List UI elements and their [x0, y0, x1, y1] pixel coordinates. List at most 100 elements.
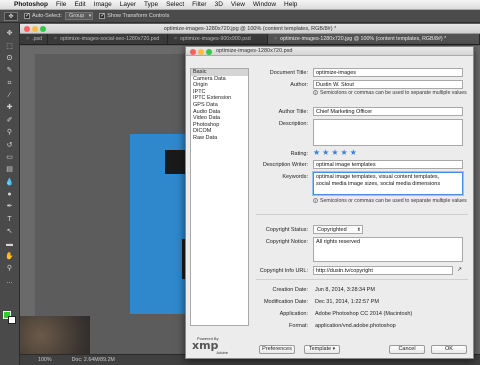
modification-date-value: Dec 31, 2014, 1:22:57 PM: [315, 299, 379, 305]
modification-date-label: Modification Date:: [263, 299, 308, 305]
star-icon[interactable]: ★: [350, 149, 357, 157]
copyright-notice-field[interactable]: All rights reserved: [313, 237, 463, 262]
marquee-tool-icon[interactable]: ⬚: [5, 42, 15, 52]
description-writer-label: Description Writer:: [262, 162, 308, 168]
gradient-tool-icon[interactable]: ▤: [5, 165, 15, 175]
pen-tool-icon[interactable]: ✒: [5, 202, 15, 212]
menu-edit[interactable]: Edit: [74, 1, 85, 8]
doc-size[interactable]: Doc: 2.64M/89.2M: [72, 357, 115, 363]
close-window-icon[interactable]: [24, 26, 30, 32]
category-video-data[interactable]: Video Data: [191, 115, 248, 122]
divider: [256, 214, 468, 215]
transform-controls-checkbox[interactable]: [99, 12, 105, 19]
star-icon[interactable]: ★: [331, 149, 338, 157]
tab-900x900[interactable]: × optimize-images-900x900.psd: [168, 34, 268, 44]
menu-3d[interactable]: 3D: [215, 1, 223, 8]
tab-close-icon[interactable]: ×: [54, 36, 57, 42]
category-basic[interactable]: Basic: [191, 69, 248, 76]
category-camera-data[interactable]: Camera Data: [191, 76, 248, 83]
star-icon[interactable]: ★: [313, 149, 320, 157]
application-value: Adobe Photoshop CC 2014 (Macintosh): [315, 311, 413, 317]
category-raw-data[interactable]: Raw Data: [191, 135, 248, 142]
background-color-swatch[interactable]: [8, 316, 16, 324]
ok-button[interactable]: OK: [431, 345, 467, 354]
tab-psd[interactable]: × .psd: [20, 34, 48, 44]
category-gps-data[interactable]: GPS Data: [191, 102, 248, 109]
path-select-tool-icon[interactable]: ↖: [5, 227, 15, 237]
healing-tool-icon[interactable]: ✚: [5, 103, 15, 113]
tab-close-icon[interactable]: ×: [174, 36, 177, 42]
tab-close-icon[interactable]: ×: [26, 36, 29, 42]
hand-tool-icon[interactable]: ✋: [5, 252, 15, 262]
quick-select-tool-icon[interactable]: ✎: [5, 66, 15, 76]
move-tool-preset-icon[interactable]: ✥: [4, 11, 18, 21]
category-photoshop[interactable]: Photoshop: [191, 122, 248, 129]
history-brush-icon[interactable]: ↺: [5, 141, 15, 151]
copyright-status-select[interactable]: Copyrighted: [313, 225, 363, 234]
rating-stars[interactable]: ★ ★ ★ ★ ★: [313, 149, 357, 157]
lasso-tool-icon[interactable]: ʘ: [5, 54, 15, 64]
tab-label: optimize-images-1280x720.jpg @ 100% (con…: [280, 36, 447, 42]
close-dialog-icon[interactable]: [190, 48, 196, 55]
description-field[interactable]: [313, 119, 463, 146]
rating-label: Rating:: [290, 151, 308, 157]
category-origin[interactable]: Origin: [191, 82, 248, 89]
menu-type[interactable]: Type: [144, 1, 158, 8]
eraser-tool-icon[interactable]: ▭: [5, 153, 15, 163]
author-hint: i Semicolons or commas can be used to sep…: [313, 90, 473, 96]
zoom-level[interactable]: 100%: [38, 357, 52, 363]
app-menu[interactable]: Photoshop: [14, 1, 48, 8]
menu-image[interactable]: Image: [94, 1, 112, 8]
auto-select-dropdown[interactable]: Group: [64, 12, 94, 20]
copyright-url-field[interactable]: http://dustn.tv/copyright: [313, 266, 453, 275]
category-dicom[interactable]: DICOM: [191, 128, 248, 135]
minimize-window-icon[interactable]: [32, 26, 38, 32]
star-icon[interactable]: ★: [322, 149, 329, 157]
menu-window[interactable]: Window: [253, 1, 276, 8]
preferences-button[interactable]: Preferences: [259, 345, 295, 354]
zoom-window-icon[interactable]: [40, 26, 46, 32]
menu-view[interactable]: View: [231, 1, 245, 8]
menu-layer[interactable]: Layer: [120, 1, 136, 8]
brush-tool-icon[interactable]: ✐: [5, 116, 15, 126]
tab-close-icon[interactable]: ×: [274, 36, 277, 42]
more-tools-icon[interactable]: …: [5, 277, 15, 287]
template-button[interactable]: Template: [304, 345, 340, 354]
description-writer-field[interactable]: optimal image templates: [313, 160, 463, 169]
menu-select[interactable]: Select: [166, 1, 184, 8]
zoom-dialog-icon[interactable]: [206, 48, 212, 55]
keywords-label: Keywords:: [282, 174, 308, 180]
menu-filter[interactable]: Filter: [192, 1, 206, 8]
document-title-field[interactable]: optimize-images: [313, 68, 463, 77]
auto-select-checkbox[interactable]: [24, 12, 30, 19]
minimize-dialog-icon[interactable]: [198, 48, 204, 55]
tab-1280x720[interactable]: × optimize-images-1280x720.jpg @ 100% (co…: [268, 34, 480, 44]
go-to-url-icon[interactable]: ↗: [457, 266, 462, 273]
copyright-status-label: Copyright Status:: [265, 227, 308, 233]
type-tool-icon[interactable]: T: [5, 215, 15, 225]
crop-tool-icon[interactable]: ⌗: [5, 79, 15, 89]
eyedropper-tool-icon[interactable]: ⁄: [5, 91, 15, 101]
dialog-titlebar: optimize-images-1280x720.psd: [186, 47, 473, 56]
menu-file[interactable]: File: [56, 1, 66, 8]
star-icon[interactable]: ★: [341, 149, 348, 157]
tab-label: optimize-images-social-seo-1280x720.psd: [60, 36, 160, 42]
keywords-field[interactable]: optimal image templates, visual content …: [313, 172, 463, 195]
zoom-tool-icon[interactable]: ⚲: [5, 264, 15, 274]
blur-tool-icon[interactable]: 💧: [5, 178, 15, 188]
move-tool-icon[interactable]: ✥: [5, 29, 15, 39]
dodge-tool-icon[interactable]: ●: [5, 190, 15, 200]
category-iptc[interactable]: IPTC: [191, 89, 248, 96]
toolbox: ✥ ⬚ ʘ ✎ ⌗ ⁄ ✚ ✐ ⚲ ↺ ▭ ▤ 💧 ● ✒ T ↖ ▬ ✋ ⚲ …: [0, 23, 20, 365]
tab-social-seo[interactable]: × optimize-images-social-seo-1280x720.psd: [48, 34, 168, 44]
document-window-titlebar: optimize-images-1280x720.jpg @ 100% (con…: [20, 24, 480, 34]
category-iptc-extension[interactable]: IPTC Extension: [191, 95, 248, 102]
shape-tool-icon[interactable]: ▬: [5, 240, 15, 250]
author-title-field[interactable]: Chief Marketing Officer: [313, 107, 463, 116]
copyright-notice-label: Copyright Notice:: [265, 239, 308, 245]
cancel-button[interactable]: Cancel: [389, 345, 425, 354]
category-audio-data[interactable]: Audio Data: [191, 109, 248, 116]
author-field[interactable]: Dustin W. Stout: [313, 80, 463, 89]
stamp-tool-icon[interactable]: ⚲: [5, 128, 15, 138]
menu-help[interactable]: Help: [284, 1, 297, 8]
